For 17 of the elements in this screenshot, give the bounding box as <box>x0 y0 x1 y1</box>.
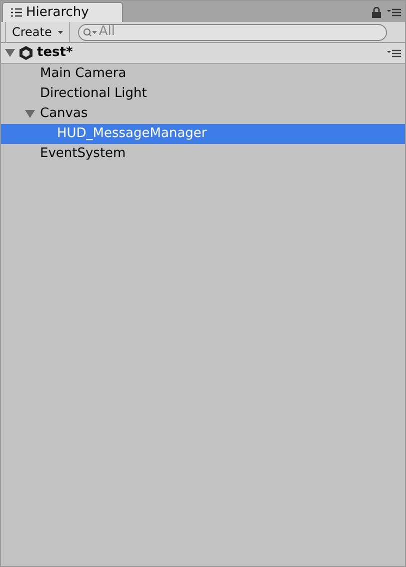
cube-logo-icon <box>18 45 34 61</box>
hierarchy-item[interactable]: HUD_MessageManager <box>1 124 405 144</box>
hierarchy-item[interactable]: Directional Light <box>1 84 405 104</box>
menu-icon[interactable] <box>387 8 401 17</box>
hierarchy-tab[interactable]: Hierarchy <box>2 2 123 22</box>
menu-icon[interactable] <box>387 48 401 58</box>
hierarchy-item[interactable]: EventSystem <box>1 144 405 164</box>
hierarchy-item[interactable]: Canvas <box>1 104 405 124</box>
create-button[interactable]: Create <box>5 22 70 42</box>
expand-arrow-icon[interactable] <box>25 109 35 119</box>
scene-title: test* <box>37 44 73 62</box>
hierarchy-item[interactable]: Main Camera <box>1 64 405 84</box>
caret-icon <box>58 30 63 34</box>
search-field[interactable]: All <box>78 24 387 40</box>
list-icon <box>11 8 22 17</box>
expand-arrow-icon[interactable] <box>5 48 15 58</box>
lock-icon[interactable] <box>372 7 381 18</box>
